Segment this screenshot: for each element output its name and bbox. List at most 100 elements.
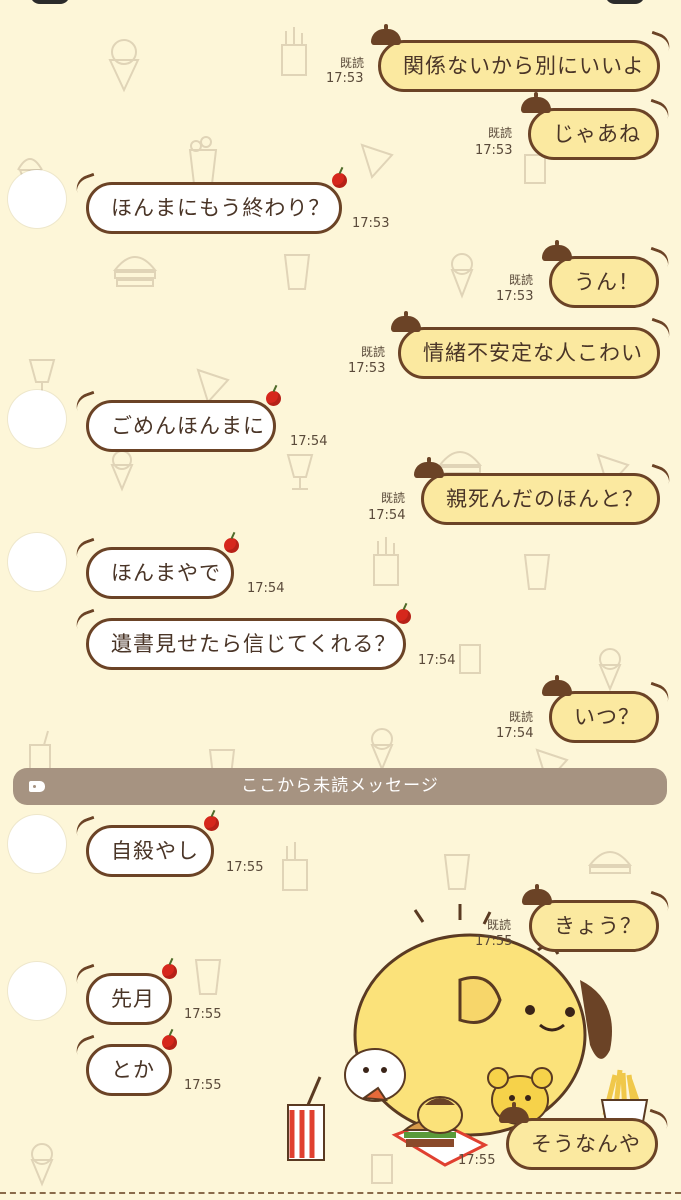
- message-text: そうなんや: [531, 1132, 641, 1156]
- message-time: 17:54: [368, 508, 406, 523]
- beret-icon: [499, 1102, 529, 1123]
- beret-icon: [371, 24, 401, 45]
- drink-icon: [459, 644, 481, 674]
- message-text: 関係ないから別にいいよ: [403, 54, 645, 78]
- burger-icon: [112, 256, 158, 287]
- message-time: 17:55: [184, 1078, 222, 1093]
- avatar[interactable]: [8, 533, 66, 591]
- message-text: とか: [111, 1058, 155, 1082]
- message-time: 17:53: [475, 143, 513, 158]
- chat-bubble[interactable]: 親死んだのほんと？: [414, 457, 660, 525]
- read-receipt: 既読: [509, 273, 534, 287]
- avatar[interactable]: [8, 390, 66, 448]
- message-text: ごめんほんまに: [111, 414, 265, 438]
- message-time: 17:55: [458, 1153, 496, 1168]
- message-time: 17:53: [326, 71, 364, 86]
- cherry-icon: [162, 1035, 177, 1050]
- ice-cream-icon: [108, 39, 140, 93]
- popcorn-icon: [194, 959, 222, 995]
- bottom-divider: [0, 1192, 681, 1196]
- fries-icon: [282, 842, 308, 891]
- avatar[interactable]: [8, 170, 66, 228]
- read-receipt: 既読: [488, 126, 513, 140]
- message-text: 先月: [111, 987, 155, 1011]
- message-time: 17:54: [247, 581, 285, 596]
- pizza-icon: [360, 143, 394, 179]
- message-time: 17:55: [475, 934, 513, 949]
- popcorn-icon: [283, 254, 311, 290]
- beret-icon: [391, 311, 421, 332]
- message-text: 遺書見せたら信じてくれる？: [111, 632, 397, 656]
- chat-bubble[interactable]: 先月: [86, 964, 177, 1025]
- message-time: 17:54: [418, 653, 456, 668]
- parfait-icon: [28, 359, 56, 395]
- message-time: 17:55: [184, 1007, 222, 1022]
- ice-cream-icon: [598, 648, 622, 692]
- chat-bubble[interactable]: 自殺やし: [86, 816, 219, 877]
- popcorn-icon: [188, 136, 218, 185]
- ice-cream-icon: [450, 253, 474, 299]
- ice-cream-icon: [30, 1143, 54, 1187]
- avatar[interactable]: [8, 815, 66, 873]
- message-text: ほんまにもう終わり？: [111, 196, 331, 220]
- beret-icon: [542, 240, 572, 261]
- message-text: 情緒不安定な人こわい: [423, 341, 643, 365]
- beret-icon: [522, 884, 552, 905]
- cherry-icon: [396, 609, 411, 624]
- chat-bubble[interactable]: いつ？: [542, 675, 659, 743]
- cherry-icon: [162, 964, 177, 979]
- read-receipt: 既読: [381, 491, 406, 505]
- chat-bubble[interactable]: ごめんほんまに: [86, 391, 281, 452]
- cherry-icon: [204, 816, 219, 831]
- status-bar-fragment: [605, 0, 645, 4]
- cherry-icon: [224, 538, 239, 553]
- chat-bubble[interactable]: 情緒不安定な人こわい: [391, 311, 660, 379]
- status-bar-fragment: [30, 0, 70, 4]
- message-text: うん！: [574, 270, 640, 294]
- cherry-icon: [332, 173, 347, 188]
- drink-icon: [29, 730, 51, 774]
- message-text: じゃあね: [553, 122, 641, 146]
- unread-divider-label: ここから未読メッセージ: [241, 776, 439, 796]
- pizza-icon: [196, 368, 230, 404]
- chat-bubble[interactable]: じゃあね: [521, 92, 659, 160]
- tag-icon: [29, 781, 45, 792]
- beret-icon: [414, 457, 444, 478]
- read-receipt: 既読: [361, 345, 386, 359]
- chat-bubble[interactable]: ほんまやで: [86, 538, 239, 599]
- message-text: きょう？: [554, 914, 642, 938]
- message-time: 17:54: [496, 726, 534, 741]
- message-time: 17:54: [290, 434, 328, 449]
- ice-cream-icon: [370, 728, 394, 772]
- unread-divider: ここから未読メッセージ: [13, 768, 667, 805]
- beret-icon: [542, 675, 572, 696]
- chat-bubble[interactable]: うん！: [542, 240, 659, 308]
- avatar[interactable]: [8, 962, 66, 1020]
- soft-serve-icon: [110, 450, 134, 492]
- chat-bubble[interactable]: とか: [86, 1035, 177, 1096]
- popcorn-icon: [523, 554, 551, 590]
- beret-icon: [521, 92, 551, 113]
- fries-icon: [281, 27, 307, 76]
- message-time: 17:53: [352, 216, 390, 231]
- status-bar-edge: [0, 0, 681, 6]
- chat-bubble[interactable]: 遺書見せたら信じてくれる？: [86, 609, 411, 670]
- parfait-icon: [286, 454, 314, 490]
- message-text: 自殺やし: [111, 839, 199, 863]
- message-text: 親死んだのほんと？: [446, 487, 644, 511]
- burger-icon: [437, 451, 483, 474]
- fries-icon: [373, 537, 399, 586]
- chat-bubble[interactable]: そうなんや: [499, 1102, 658, 1170]
- chat-bubble[interactable]: きょう？: [522, 884, 659, 952]
- message-text: いつ？: [574, 705, 640, 729]
- cherry-icon: [266, 391, 281, 406]
- chat-bubble[interactable]: ほんまにもう終わり？: [86, 173, 347, 234]
- message-text: ほんまやで: [111, 561, 221, 585]
- read-receipt: 既読: [487, 918, 512, 932]
- chat-bubble[interactable]: 関係ないから別にいいよ: [371, 24, 660, 92]
- message-time: 17:53: [348, 361, 386, 376]
- message-time: 17:53: [496, 289, 534, 304]
- popcorn-icon: [443, 854, 471, 890]
- message-time: 17:55: [226, 860, 264, 875]
- read-receipt: 既読: [340, 56, 365, 70]
